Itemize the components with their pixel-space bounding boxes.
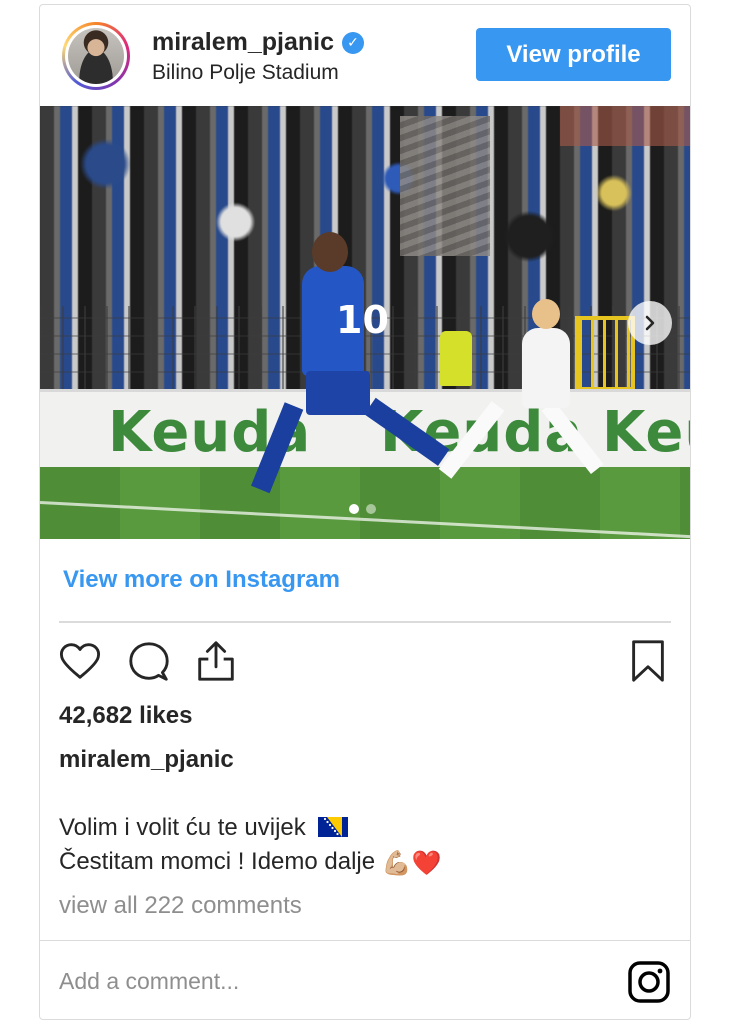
board-text: Keu (602, 400, 690, 465)
view-profile-button[interactable]: View profile (476, 28, 671, 81)
save-button[interactable] (625, 638, 671, 684)
bosnia-flag-icon (318, 817, 349, 837)
bookmark-icon (632, 640, 664, 682)
share-icon (198, 641, 234, 681)
like-button[interactable] (57, 638, 103, 684)
player-blue-head (312, 232, 348, 272)
chevron-right-icon (645, 315, 655, 331)
avatar-image (68, 28, 124, 84)
pitch (40, 467, 690, 539)
view-all-comments-link[interactable]: view all 222 comments (59, 892, 302, 920)
player-white-head (532, 299, 560, 329)
divider (59, 621, 671, 623)
caption-text: Volim i volit ću te uvijek (59, 814, 306, 841)
carousel-dot[interactable] (366, 504, 376, 514)
yellow-gate (575, 316, 635, 391)
location-label[interactable]: Bilino Polje Stadium (152, 61, 339, 85)
likes-count[interactable]: 42,682 likes (59, 702, 192, 730)
view-more-on-instagram-link[interactable]: View more on Instagram (63, 566, 340, 594)
steward-figure (440, 331, 472, 386)
instagram-glyph-icon (628, 961, 670, 1003)
comment-icon (129, 642, 169, 681)
caption-username[interactable]: miralem_pjanic (59, 746, 234, 774)
post-header: miralem_pjanic ✓ Bilino Polje Stadium Vi… (40, 5, 690, 106)
caption-text: Čestitam momci ! Idemo dalje (59, 848, 376, 875)
avatar[interactable] (62, 22, 130, 90)
player-blue-shorts (306, 371, 370, 415)
divider (40, 940, 690, 941)
post-photo[interactable]: Keuda Keuda Keu 10 (40, 106, 690, 539)
username[interactable]: miralem_pjanic (152, 28, 334, 57)
stadium-seats (560, 106, 690, 146)
caption-line-1: Volim i volit ću te uvijek (59, 814, 349, 842)
heart-icon (59, 643, 101, 679)
player-white-body (522, 328, 570, 408)
add-comment-input[interactable]: Add a comment... (59, 968, 239, 995)
jersey-number: 10 (336, 298, 389, 342)
username-row: miralem_pjanic ✓ (152, 28, 365, 57)
instagram-embed-card: miralem_pjanic ✓ Bilino Polje Stadium Vi… (39, 4, 691, 1020)
caption-line-2: Čestitam momci ! Idemo dalje 💪🏼❤️ (59, 848, 442, 878)
instagram-logo-icon[interactable] (627, 960, 671, 1004)
next-photo-button[interactable] (628, 301, 672, 345)
share-button[interactable] (193, 638, 239, 684)
verified-check-icon: ✓ (342, 31, 365, 54)
carousel-dot-active[interactable] (349, 504, 359, 514)
stadium-stairs (400, 116, 490, 256)
carousel-dots (349, 504, 376, 514)
comment-button[interactable] (126, 638, 172, 684)
caption-emoji: 💪🏼❤️ (381, 850, 442, 877)
